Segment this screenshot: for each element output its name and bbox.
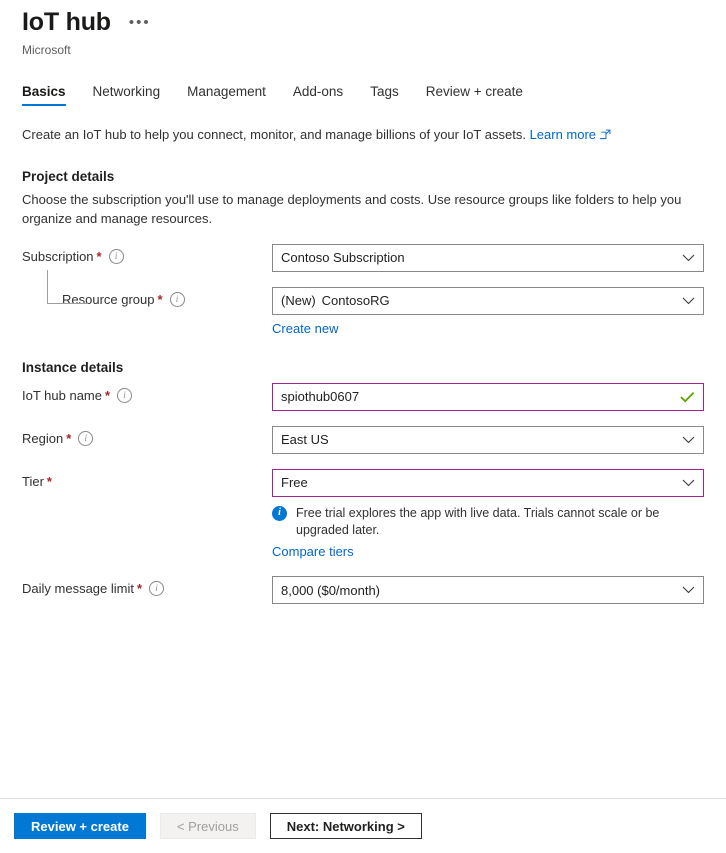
iot-hub-name-required-asterisk: * — [105, 388, 110, 403]
wizard-footer: Review + create < Previous Next: Network… — [0, 799, 726, 853]
more-options-icon[interactable]: ••• — [129, 15, 151, 30]
chevron-down-icon — [682, 297, 695, 305]
region-dropdown[interactable]: East US — [272, 426, 704, 454]
chevron-down-icon — [682, 436, 695, 444]
daily-message-limit-label-group: Daily message limit * i — [22, 576, 272, 596]
tab-tags[interactable]: Tags — [370, 84, 399, 106]
intro-text: Create an IoT hub to help you connect, m… — [0, 126, 726, 145]
chevron-down-icon — [682, 586, 695, 594]
subscription-info-icon[interactable]: i — [109, 249, 124, 264]
review-create-button[interactable]: Review + create — [14, 813, 146, 839]
previous-button[interactable]: < Previous — [160, 813, 256, 839]
publisher-label: Microsoft — [22, 43, 726, 57]
tier-info-text: Free trial explores the app with live da… — [296, 505, 704, 539]
subscription-control-wrap: Contoso Subscription — [272, 244, 704, 272]
wizard-tabs: Basics Networking Management Add-ons Tag… — [0, 84, 726, 106]
field-resource-group: Resource group * i (New)ContosoRG Create… — [22, 287, 704, 336]
chevron-down-icon — [682, 254, 695, 262]
info-circle-icon: i — [272, 506, 287, 521]
daily-message-limit-control-wrap: 8,000 ($0/month) — [272, 576, 704, 604]
region-control-wrap: East US — [272, 426, 704, 454]
project-details-description: Choose the subscription you'll use to ma… — [22, 191, 702, 229]
compare-tiers-link[interactable]: Compare tiers — [272, 544, 354, 559]
resource-group-name: ContosoRG — [322, 293, 390, 308]
field-daily-message-limit: Daily message limit * i 8,000 ($0/month) — [22, 576, 704, 604]
region-label: Region — [22, 431, 63, 446]
daily-message-limit-info-icon[interactable]: i — [149, 581, 164, 596]
tier-label: Tier — [22, 474, 44, 489]
subscription-label-group: Subscription * i — [22, 244, 272, 264]
resource-group-required-asterisk: * — [158, 292, 163, 307]
tier-required-asterisk: * — [47, 474, 52, 489]
region-value: East US — [281, 432, 676, 447]
create-new-link[interactable]: Create new — [272, 321, 338, 336]
subscription-label: Subscription — [22, 249, 94, 264]
region-info-icon[interactable]: i — [78, 431, 93, 446]
iot-hub-name-input[interactable]: spiothub0607 — [272, 383, 704, 411]
daily-message-limit-required-asterisk: * — [137, 581, 142, 596]
chevron-down-icon — [682, 479, 695, 487]
instance-details-heading: Instance details — [22, 360, 704, 375]
tab-management[interactable]: Management — [187, 84, 266, 106]
resource-group-tree-connector — [47, 270, 88, 304]
subscription-required-asterisk: * — [97, 249, 102, 264]
iot-hub-name-label-group: IoT hub name * i — [22, 383, 272, 403]
page-header: IoT hub ••• Microsoft — [0, 0, 726, 57]
resource-group-info-icon[interactable]: i — [170, 292, 185, 307]
daily-message-limit-value: 8,000 ($0/month) — [281, 583, 676, 598]
external-link-icon — [600, 127, 611, 145]
resource-group-new-prefix: (New) — [281, 293, 316, 308]
intro-description: Create an IoT hub to help you connect, m… — [22, 127, 526, 142]
compare-tiers-wrap: Compare tiers — [272, 544, 704, 559]
title-row: IoT hub ••• — [22, 8, 726, 37]
iot-hub-name-value: spiothub0607 — [281, 389, 674, 404]
tier-control-wrap: Free i Free trial explores the app with … — [272, 469, 704, 560]
region-label-group: Region * i — [22, 426, 272, 446]
tier-info-message: i Free trial explores the app with live … — [272, 505, 704, 539]
resource-group-dropdown[interactable]: (New) ContosoRG — [272, 287, 704, 315]
basics-form: Project details Choose the subscription … — [0, 169, 726, 604]
resource-group-value: (New) ContosoRG — [281, 293, 676, 308]
region-required-asterisk: * — [66, 431, 71, 446]
field-tier: Tier * Free i Free trial explores the ap… — [22, 469, 704, 560]
project-details-heading: Project details — [22, 169, 704, 184]
next-networking-button[interactable]: Next: Networking > — [270, 813, 422, 839]
iot-hub-name-label: IoT hub name — [22, 388, 102, 403]
tier-label-group: Tier * — [22, 469, 272, 489]
tier-dropdown[interactable]: Free — [272, 469, 704, 497]
resource-group-control-wrap: (New) ContosoRG Create new — [272, 287, 704, 336]
tab-basics[interactable]: Basics — [22, 84, 66, 106]
field-region: Region * i East US — [22, 426, 704, 454]
iot-hub-name-control-wrap: spiothub0607 — [272, 383, 704, 411]
daily-message-limit-label: Daily message limit — [22, 581, 134, 596]
tab-add-ons[interactable]: Add-ons — [293, 84, 343, 106]
learn-more-label: Learn more — [530, 127, 596, 142]
tab-review-create[interactable]: Review + create — [426, 84, 523, 106]
tier-value: Free — [281, 475, 676, 490]
field-subscription: Subscription * i Contoso Subscription — [22, 244, 704, 272]
daily-message-limit-dropdown[interactable]: 8,000 ($0/month) — [272, 576, 704, 604]
subscription-value: Contoso Subscription — [281, 250, 676, 265]
tab-networking[interactable]: Networking — [93, 84, 161, 106]
valid-check-icon — [680, 391, 695, 403]
create-new-wrap: Create new — [272, 321, 704, 336]
learn-more-link[interactable]: Learn more — [530, 127, 596, 142]
page-title: IoT hub — [22, 8, 111, 37]
field-iot-hub-name: IoT hub name * i spiothub0607 — [22, 383, 704, 411]
iot-hub-name-info-icon[interactable]: i — [117, 388, 132, 403]
subscription-dropdown[interactable]: Contoso Subscription — [272, 244, 704, 272]
